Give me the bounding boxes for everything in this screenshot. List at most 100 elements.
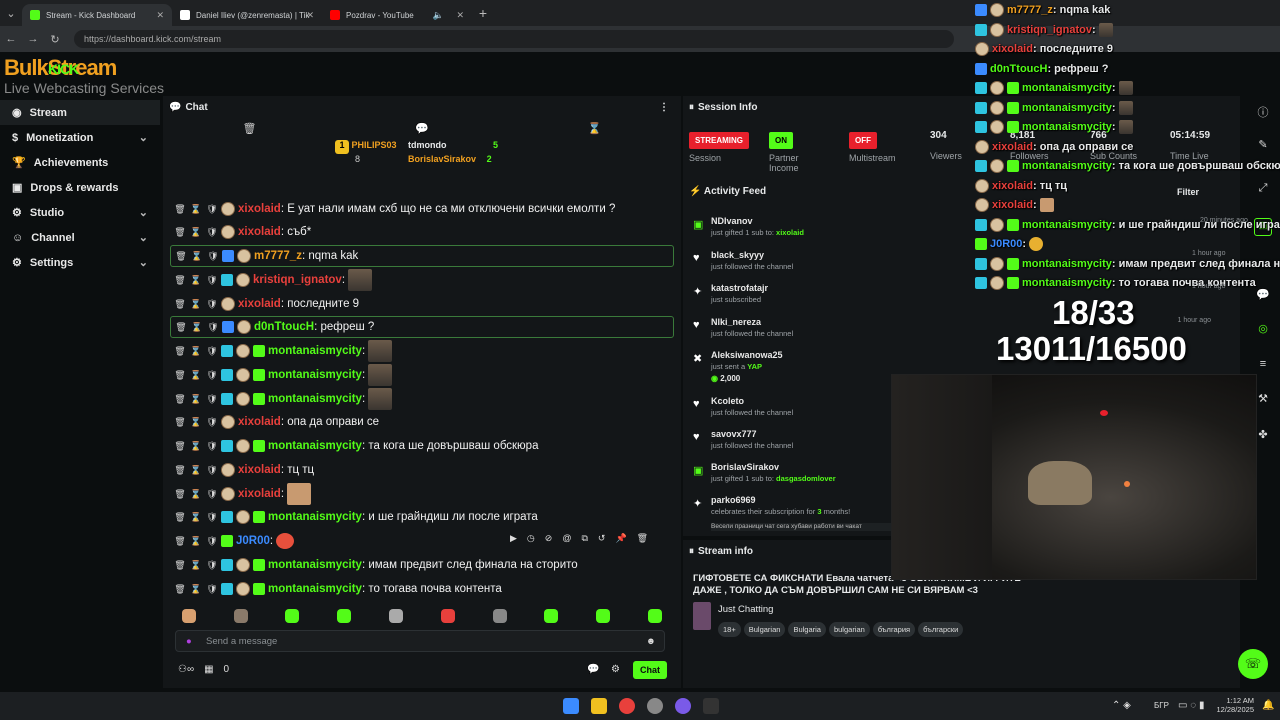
- feed-user[interactable]: parko6969: [711, 495, 756, 505]
- emote-icon[interactable]: [337, 609, 352, 623]
- shield-icon[interactable]: 🛡: [206, 275, 218, 286]
- feed-user[interactable]: NDIvanov: [711, 216, 753, 226]
- broadcast-icon[interactable]: ◎: [1254, 322, 1272, 340]
- pin-icon[interactable]: 📌: [615, 533, 626, 544]
- close-icon[interactable]: ✕: [306, 10, 314, 21]
- shield-icon[interactable]: 🛡: [206, 204, 218, 215]
- close-icon[interactable]: ✕: [156, 10, 164, 21]
- chat-username[interactable]: montanaismycity: [268, 440, 362, 452]
- sidebar-item-studio[interactable]: ⚙ Studio ⌄: [0, 200, 160, 225]
- filter-button[interactable]: Filter: [1177, 187, 1199, 197]
- bell-icon[interactable]: 🔔: [1262, 700, 1274, 711]
- trash-icon[interactable]: 🗑: [174, 441, 186, 452]
- chat-username[interactable]: xixolaid: [238, 226, 281, 238]
- hourglass-icon[interactable]: ⌛: [190, 441, 202, 452]
- trash-icon[interactable]: 🗑: [174, 394, 186, 405]
- new-tab-icon[interactable]: +: [472, 5, 494, 21]
- users-icon[interactable]: ⚇∞: [178, 664, 194, 675]
- trash-icon[interactable]: 🗑: [174, 560, 186, 571]
- clock-icon[interactable]: ◷: [527, 533, 535, 544]
- sidebar-item-channel[interactable]: ☺ Channel ⌄: [0, 225, 160, 250]
- hourglass-icon[interactable]: ⌛: [190, 370, 202, 381]
- info-icon[interactable]: ⓘ: [1254, 104, 1272, 122]
- chat-username[interactable]: montanaismycity: [268, 393, 362, 405]
- play-icon[interactable]: ▶: [510, 533, 517, 544]
- forward-icon[interactable]: →: [22, 33, 44, 45]
- feed-user[interactable]: Kcoleto: [711, 396, 744, 406]
- trash-icon[interactable]: 🗑: [637, 533, 648, 544]
- feed-user[interactable]: BorislavSirakov: [711, 462, 779, 472]
- sidebar-item-monetization[interactable]: $ Monetization ⌄: [0, 125, 160, 150]
- reload-icon[interactable]: ↻: [44, 33, 66, 46]
- shield-icon[interactable]: 🛡: [206, 584, 218, 595]
- trash-icon[interactable]: 🗑: [174, 370, 186, 381]
- shield-icon[interactable]: 🛡: [206, 227, 218, 238]
- hourglass-icon[interactable]: ⌛: [190, 417, 202, 428]
- hourglass-icon[interactable]: ⌛: [190, 394, 202, 405]
- emote-icon[interactable]: [181, 609, 196, 623]
- chat-username[interactable]: J0R00: [236, 535, 270, 547]
- chat-bubble-icon[interactable]: 💬: [415, 122, 429, 135]
- sidebar-item-achievements[interactable]: 🏆 Achievements: [0, 150, 160, 175]
- trash-icon[interactable]: 🗑: [174, 584, 186, 595]
- trash-icon[interactable]: 🗑: [175, 251, 187, 262]
- hourglass-icon[interactable]: ⌛: [190, 275, 202, 286]
- undo-icon[interactable]: ↺: [598, 533, 606, 544]
- chrome-icon[interactable]: [619, 698, 635, 714]
- at-icon[interactable]: @: [562, 533, 571, 544]
- chat-username[interactable]: kristiqn_ignatov: [253, 274, 342, 286]
- chat-username[interactable]: montanaismycity: [268, 345, 362, 357]
- shield-icon[interactable]: 🛡: [207, 251, 219, 262]
- terminal-icon[interactable]: [703, 698, 719, 714]
- trash-icon[interactable]: 🗑: [174, 512, 186, 523]
- hourglass-icon[interactable]: ⌛: [190, 512, 202, 523]
- tag[interactable]: bulgarian: [828, 622, 870, 637]
- emote-icon[interactable]: [492, 609, 507, 623]
- emote-icon[interactable]: [648, 609, 663, 623]
- trash-icon[interactable]: 🗑: [174, 417, 186, 428]
- shield-icon[interactable]: 🛡: [206, 346, 218, 357]
- shield-icon[interactable]: 🛡: [207, 322, 219, 333]
- emote-icon[interactable]: [285, 609, 300, 623]
- shield-icon[interactable]: 🛡: [206, 299, 218, 310]
- feed-user[interactable]: savovx777: [711, 429, 757, 439]
- hourglass-icon[interactable]: ⌛: [191, 322, 203, 333]
- chat-bubble-icon[interactable]: 💬: [1254, 288, 1272, 306]
- send-chat-button[interactable]: Chat: [633, 661, 667, 679]
- trash-icon[interactable]: 🗑: [174, 489, 186, 500]
- network-volume-icons[interactable]: ▭ ◌ ▮: [1178, 700, 1204, 711]
- emote-icon[interactable]: [544, 609, 559, 623]
- hourglass-icon[interactable]: ⌛: [190, 489, 202, 500]
- tag[interactable]: 18+: [718, 622, 741, 637]
- sidebar-item-settings[interactable]: ⚙ Settings ⌄: [0, 250, 160, 275]
- chat-username[interactable]: montanaismycity: [268, 559, 362, 571]
- chat-username[interactable]: d0nTtoucH: [254, 321, 314, 333]
- chat-username[interactable]: montanaismycity: [268, 583, 362, 595]
- feed-user[interactable]: Nlki_nereza: [711, 317, 761, 327]
- edit-icon[interactable]: ✎: [1254, 138, 1272, 156]
- shield-icon[interactable]: 🛡: [206, 394, 218, 405]
- stream-category[interactable]: Just Chatting: [718, 604, 773, 615]
- chat-username[interactable]: montanaismycity: [268, 511, 362, 523]
- tray-icons[interactable]: ⌃ ◈: [1112, 700, 1131, 711]
- chat-username[interactable]: m7777_z: [254, 250, 302, 262]
- close-icon[interactable]: ✕: [456, 10, 464, 21]
- more-icon[interactable]: ⋮: [659, 102, 669, 113]
- hourglass-icon[interactable]: ⌛: [191, 251, 203, 262]
- hourglass-icon[interactable]: ⌛: [190, 465, 202, 476]
- chat-username[interactable]: xixolaid: [238, 464, 281, 476]
- trash-icon[interactable]: 🗑: [174, 204, 186, 215]
- calendar-icon[interactable]: ▦: [204, 664, 213, 675]
- audio-icon[interactable]: 🔈: [433, 10, 444, 21]
- chat-username[interactable]: xixolaid: [238, 488, 281, 500]
- chat-username[interactable]: xixolaid: [238, 298, 281, 310]
- support-chat-button[interactable]: ☏: [1238, 649, 1268, 679]
- shield-icon[interactable]: 🛡: [206, 512, 218, 523]
- url-field[interactable]: https://dashboard.kick.com/stream: [74, 30, 954, 48]
- feed-user[interactable]: black_skyyy: [711, 250, 764, 260]
- hide-icon[interactable]: ⊘: [545, 533, 553, 544]
- shield-icon[interactable]: 🛡: [206, 536, 218, 547]
- file-explorer-icon[interactable]: [591, 698, 607, 714]
- hourglass-icon[interactable]: ⌛: [190, 227, 202, 238]
- tab-list-icon[interactable]: ⌄: [0, 7, 22, 20]
